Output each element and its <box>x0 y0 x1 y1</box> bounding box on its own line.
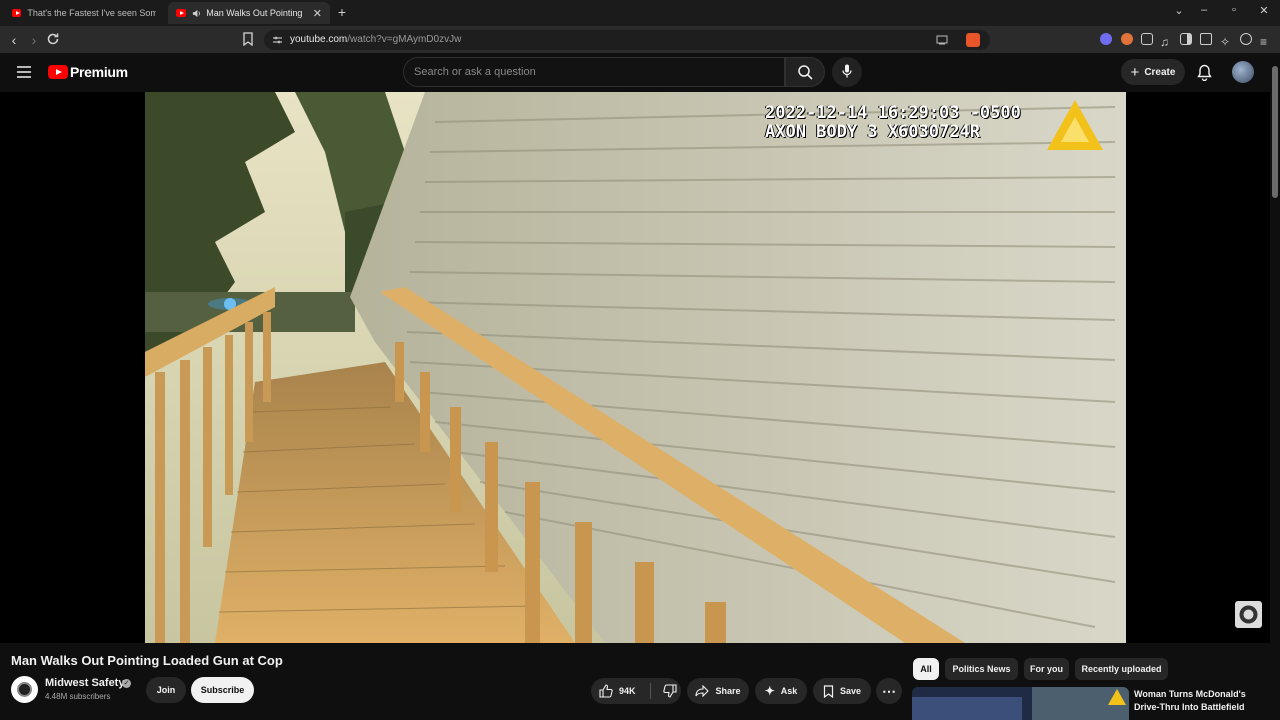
ask-label: Ask <box>780 686 798 696</box>
chip-all[interactable]: All <box>913 658 939 680</box>
wallet-icon[interactable] <box>1200 33 1212 45</box>
plus-icon: + <box>1130 63 1140 81</box>
create-label: Create <box>1144 66 1176 78</box>
cast-icon[interactable] <box>936 35 948 45</box>
bodycam-device-id: AXON BODY 3 X6030724R <box>765 122 980 142</box>
new-tab-icon[interactable]: + <box>334 4 350 20</box>
url-text: youtube.com/watch?v=gMAymD0zvJw <box>290 34 461 45</box>
browser-toolbar: ‹ › youtube.com/watch?v=gMAymD0zvJw ♫ ✧ … <box>0 26 1280 54</box>
more-dots-icon: ⋯ <box>882 682 896 699</box>
tab-title: That's the Fastest I've seen Someone <box>27 8 156 18</box>
reload-icon[interactable] <box>46 32 62 46</box>
brave-shields-icon[interactable] <box>966 33 980 47</box>
create-button[interactable]: + Create <box>1121 59 1185 85</box>
subscribe-label: Subscribe <box>200 685 245 695</box>
join-label: Join <box>156 685 176 695</box>
subscriber-count: 4.48M subscribers <box>45 692 111 701</box>
save-button[interactable]: Save <box>813 678 871 704</box>
window-close-icon[interactable]: ✕ <box>1256 4 1272 17</box>
speaker-icon <box>192 9 201 18</box>
channel-name[interactable]: Midwest Safety <box>45 677 124 689</box>
video-player[interactable]: 2022-12-14 16:29:03 -0500 AXON BODY 3 X60… <box>0 92 1270 643</box>
close-tab-icon[interactable]: ✕ <box>313 7 322 20</box>
ask-button[interactable]: ✦ Ask <box>755 678 807 704</box>
extension-icon[interactable] <box>1100 33 1112 45</box>
save-label: Save <box>839 686 862 696</box>
browser-tab-1[interactable]: That's the Fastest I've seen Someone <box>4 2 164 24</box>
minimize-icon[interactable]: – <box>1196 4 1212 16</box>
sparkle-icon[interactable]: ✧ <box>1220 33 1232 48</box>
video-frame[interactable]: 2022-12-14 16:29:03 -0500 AXON BODY 3 X60… <box>145 92 1126 643</box>
browser-tab-2[interactable]: Man Walks Out Pointing Loade ✕ <box>168 2 330 24</box>
video-title: Man Walks Out Pointing Loaded Gun at Cop <box>11 653 283 668</box>
search-icon <box>798 65 813 80</box>
microphone-icon <box>842 64 852 79</box>
like-count: 94K <box>619 686 636 696</box>
subscribe-button[interactable]: Subscribe <box>191 677 254 703</box>
logo-text[interactable]: Premium <box>70 64 128 80</box>
youtube-favicon-icon <box>12 9 22 17</box>
like-button[interactable]: 94K <box>599 684 636 698</box>
address-bar[interactable]: youtube.com/watch?v=gMAymD0zvJw <box>264 30 990 50</box>
chip-label: Politics News <box>952 664 1011 674</box>
search-placeholder: Search or ask a question <box>414 66 536 78</box>
puzzle-extensions-icon[interactable] <box>1141 33 1153 45</box>
share-arrow-icon <box>695 685 710 697</box>
chip-label: Recently uploaded <box>1081 664 1162 674</box>
youtube-favicon-icon <box>176 9 187 17</box>
youtube-header: Premium Search or ask a question + Creat… <box>0 54 1280 92</box>
search-button[interactable] <box>785 57 825 87</box>
verified-badge-icon: ✓ <box>122 679 131 688</box>
youtube-logo-icon[interactable] <box>48 65 68 79</box>
account-avatar[interactable] <box>1232 61 1254 83</box>
more-actions-button[interactable]: ⋯ <box>876 678 902 704</box>
chip-for-you[interactable]: For you <box>1024 658 1069 680</box>
voice-search-button[interactable] <box>832 57 862 87</box>
maximize-icon[interactable]: ▫ <box>1226 4 1242 16</box>
bodycam-timestamp: 2022-12-14 16:29:03 -0500 <box>765 103 1021 123</box>
video-still-image <box>145 92 1126 643</box>
thumbs-up-icon <box>599 684 613 698</box>
channel-avatar[interactable] <box>11 676 38 703</box>
divider <box>649 683 651 699</box>
tab-title: Man Walks Out Pointing Loade <box>206 8 303 18</box>
share-label: Share <box>715 686 741 696</box>
chip-label: All <box>920 664 932 674</box>
chip-recently-uploaded[interactable]: Recently uploaded <box>1075 658 1168 680</box>
recommended-title[interactable]: Woman Turns McDonald's Drive-Thru Into B… <box>1134 688 1264 714</box>
bookmark-icon[interactable] <box>242 32 258 46</box>
page-scrollbar[interactable] <box>1270 54 1280 720</box>
sidebar-icon[interactable] <box>1180 33 1192 45</box>
vpn-shield-icon[interactable] <box>1240 33 1252 45</box>
search-input[interactable]: Search or ask a question <box>403 57 785 87</box>
site-info-icon[interactable] <box>272 35 283 45</box>
hamburger-menu-icon[interactable] <box>17 66 31 78</box>
back-icon[interactable]: ‹ <box>6 32 22 48</box>
channel-watermark-icon[interactable] <box>1235 601 1262 628</box>
music-note-icon[interactable]: ♫ <box>1160 33 1172 48</box>
browser-tab-bar: That's the Fastest I've seen Someone Man… <box>0 0 1280 26</box>
menu-icon[interactable]: ≡ <box>1260 33 1272 48</box>
recommended-thumbnail[interactable] <box>912 687 1129 720</box>
chip-politics-news[interactable]: Politics News <box>945 658 1018 680</box>
dislike-button[interactable] <box>662 684 677 698</box>
save-bookmark-icon <box>823 684 834 698</box>
scrollbar-thumb[interactable] <box>1272 66 1278 198</box>
url-host: youtube.com <box>290 34 348 45</box>
chip-label: For you <box>1030 664 1063 674</box>
bodycam-overlay: 2022-12-14 16:29:03 -0500 AXON BODY 3 X60… <box>765 104 1021 142</box>
share-button[interactable]: Share <box>687 678 749 704</box>
notifications-bell-icon[interactable] <box>1197 64 1212 81</box>
forward-icon[interactable]: › <box>26 32 42 48</box>
thumbs-down-icon <box>662 684 677 698</box>
join-button[interactable]: Join <box>146 677 186 703</box>
extension-icon[interactable] <box>1121 33 1133 45</box>
url-path: /watch?v=gMAymD0zvJw <box>347 34 462 45</box>
sparkle-icon: ✦ <box>764 684 775 698</box>
tab-list-icon[interactable]: ⌄ <box>1171 4 1187 17</box>
like-dislike-group: 94K <box>591 678 681 704</box>
